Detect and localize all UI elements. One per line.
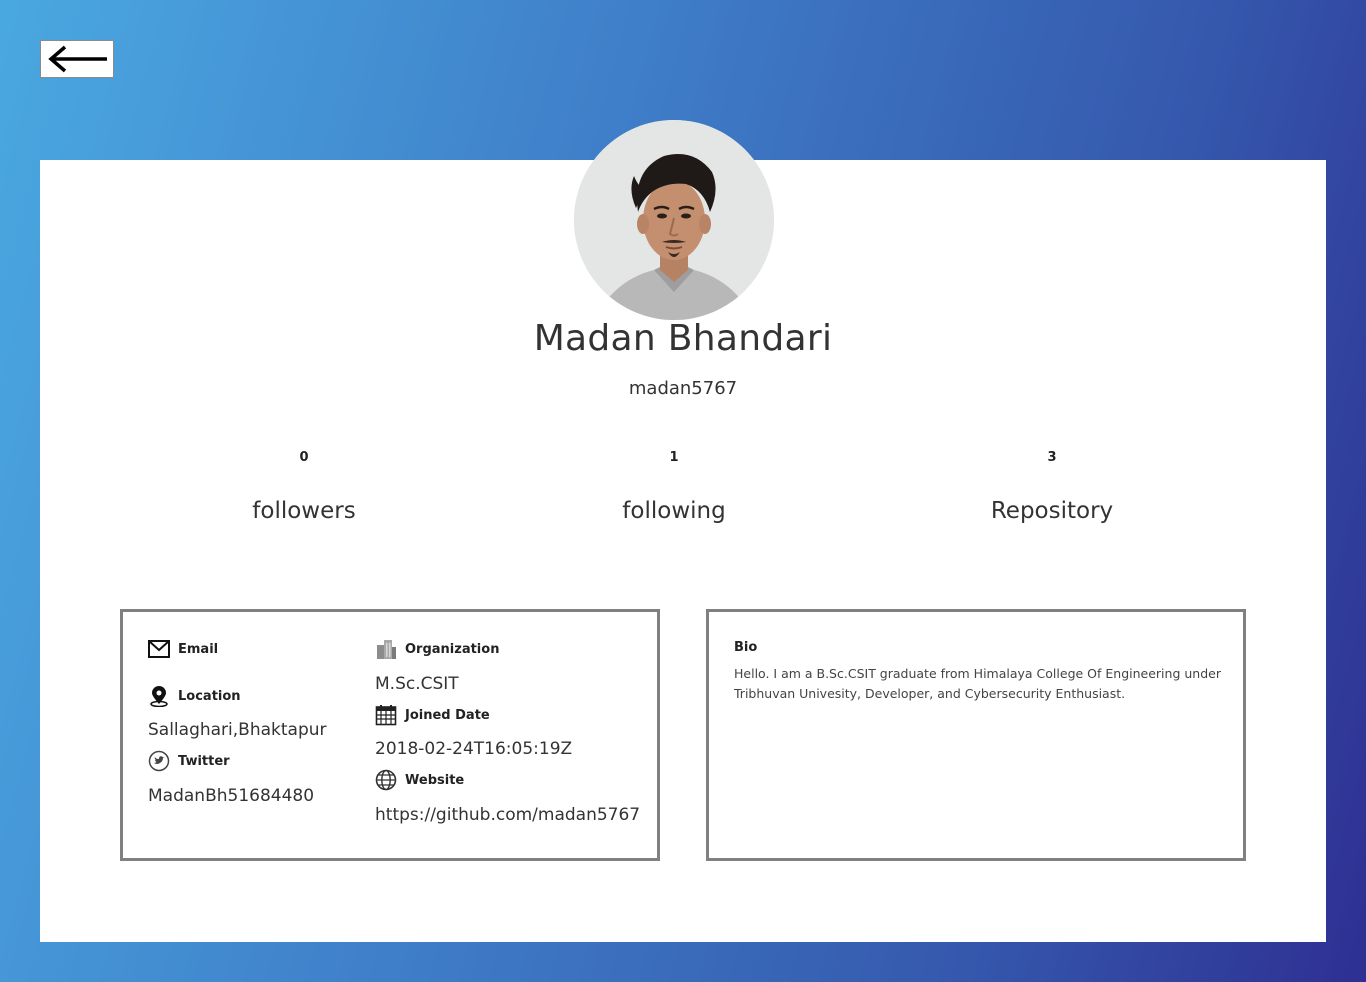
profile-name: Madan Bhandari xyxy=(533,318,833,359)
bio-box: Bio Hello. I am a B.Sc.CSIT graduate fro… xyxy=(706,609,1246,861)
profile-username: madan5767 xyxy=(628,378,738,399)
profile-card: Madan Bhandari madan5767 0 followers 1 f… xyxy=(40,120,1326,942)
stat-repository[interactable]: 3 Repository xyxy=(932,450,1172,524)
website-label: Website xyxy=(405,772,465,788)
website-value[interactable]: https://github.com/madan5767 xyxy=(375,805,640,825)
location-value: Sallaghari,Bhaktapur xyxy=(148,720,327,740)
joined-date-field: Joined Date xyxy=(375,704,490,726)
bio-title: Bio xyxy=(734,640,758,655)
footer-gradient-strip xyxy=(0,942,1366,982)
back-button[interactable] xyxy=(40,40,114,78)
stat-followers[interactable]: 0 followers xyxy=(184,450,424,524)
email-label: Email xyxy=(178,641,219,657)
followers-label: followers xyxy=(252,498,356,524)
website-field: Website xyxy=(375,769,464,791)
organization-value: M.Sc.CSIT xyxy=(375,674,459,694)
bio-text: Hello. I am a B.Sc.CSIT graduate from Hi… xyxy=(734,666,1221,701)
email-field: Email xyxy=(148,638,218,660)
repository-label: Repository xyxy=(990,498,1114,524)
joined-date-label: Joined Date xyxy=(405,707,490,723)
twitter-field: Twitter xyxy=(148,750,230,772)
map-pin-icon xyxy=(148,685,170,707)
mail-icon xyxy=(148,638,170,660)
twitter-label: Twitter xyxy=(178,753,230,769)
following-count: 1 xyxy=(669,450,679,465)
followers-count: 0 xyxy=(299,450,309,465)
location-label: Location xyxy=(178,688,241,704)
twitter-value[interactable]: MadanBh51684480 xyxy=(148,786,314,806)
building-icon xyxy=(375,638,397,660)
globe-icon xyxy=(375,769,397,791)
repository-count: 3 xyxy=(1047,450,1057,465)
arrow-left-icon xyxy=(45,44,109,74)
joined-date-value: 2018-02-24T16:05:19Z xyxy=(375,739,573,759)
calendar-icon xyxy=(375,704,397,726)
stat-following[interactable]: 1 following xyxy=(554,450,794,524)
location-field: Location xyxy=(148,685,241,707)
details-box: Email Location Sallaghari,Bhaktapur Twit… xyxy=(120,609,660,861)
avatar xyxy=(574,120,774,320)
twitter-icon xyxy=(148,750,170,772)
organization-field: Organization xyxy=(375,638,499,660)
following-label: following xyxy=(622,498,726,524)
organization-label: Organization xyxy=(405,641,500,657)
